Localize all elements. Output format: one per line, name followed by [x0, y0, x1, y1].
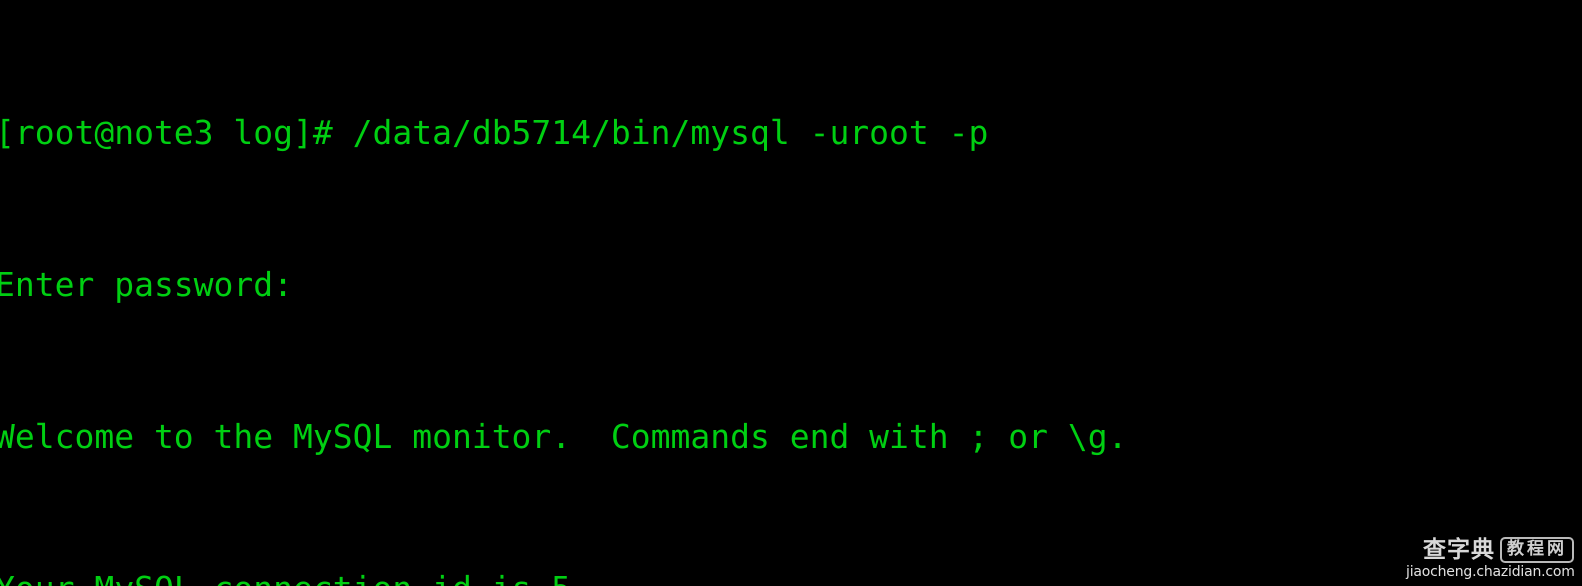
terminal-line-welcome: Welcome to the MySQL monitor. Commands e… [0, 417, 1128, 456]
terminal-line-enter-password: Enter password: [0, 265, 294, 304]
terminal-line-prompt-command: [root@note3 log]# /data/db5714/bin/mysql… [0, 113, 989, 152]
terminal-line-connection-id: Your MySQL connection id is 5 [0, 570, 1582, 586]
terminal-window[interactable]: [root@note3 log]# /data/db5714/bin/mysql… [0, 0, 1582, 586]
terminal-screen-buffer[interactable]: [root@note3 log]# /data/db5714/bin/mysql… [0, 0, 1582, 586]
